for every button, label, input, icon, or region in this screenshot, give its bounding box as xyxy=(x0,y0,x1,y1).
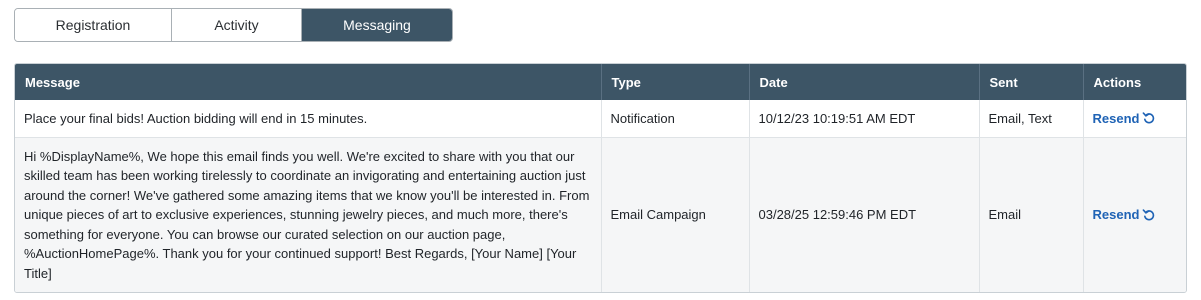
message-cell: Place your final bids! Auction bidding w… xyxy=(15,100,601,138)
column-header-actions: Actions xyxy=(1082,64,1186,100)
resend-button[interactable]: Resend xyxy=(1093,205,1157,225)
column-header-type: Type xyxy=(600,64,749,100)
resend-button[interactable]: Resend xyxy=(1093,109,1157,129)
actions-cell: Resend xyxy=(1082,137,1186,292)
messages-table: Message Type Date Sent Actions Place you… xyxy=(14,63,1187,293)
type-cell: Notification xyxy=(600,100,749,138)
column-header-date: Date xyxy=(748,64,979,100)
date-cell: 10/12/23 10:19:51 AM EDT xyxy=(748,100,979,138)
table-header-row: Message Type Date Sent Actions xyxy=(15,64,1186,100)
sent-cell: Email, Text xyxy=(978,100,1083,138)
column-header-sent: Sent xyxy=(978,64,1083,100)
undo-arrow-icon xyxy=(1143,112,1155,124)
date-cell: 03/28/25 12:59:46 PM EDT xyxy=(748,137,979,292)
actions-cell: Resend xyxy=(1082,100,1186,138)
sent-cell: Email xyxy=(978,137,1083,292)
tab-activity[interactable]: Activity xyxy=(172,9,302,41)
tab-registration[interactable]: Registration xyxy=(15,9,172,41)
table-row: Hi %DisplayName%, We hope this email fin… xyxy=(15,137,1186,292)
resend-label: Resend xyxy=(1092,110,1140,126)
resend-label: Resend xyxy=(1092,207,1140,222)
undo-arrow-icon xyxy=(1143,209,1155,221)
column-header-message: Message xyxy=(15,64,601,100)
tab-bar: Registration Activity Messaging xyxy=(14,8,453,42)
table-row: Place your final bids! Auction bidding w… xyxy=(15,100,1186,138)
tab-messaging[interactable]: Messaging xyxy=(302,9,452,41)
message-cell: Hi %DisplayName%, We hope this email fin… xyxy=(15,137,601,292)
type-cell: Email Campaign xyxy=(600,137,749,292)
